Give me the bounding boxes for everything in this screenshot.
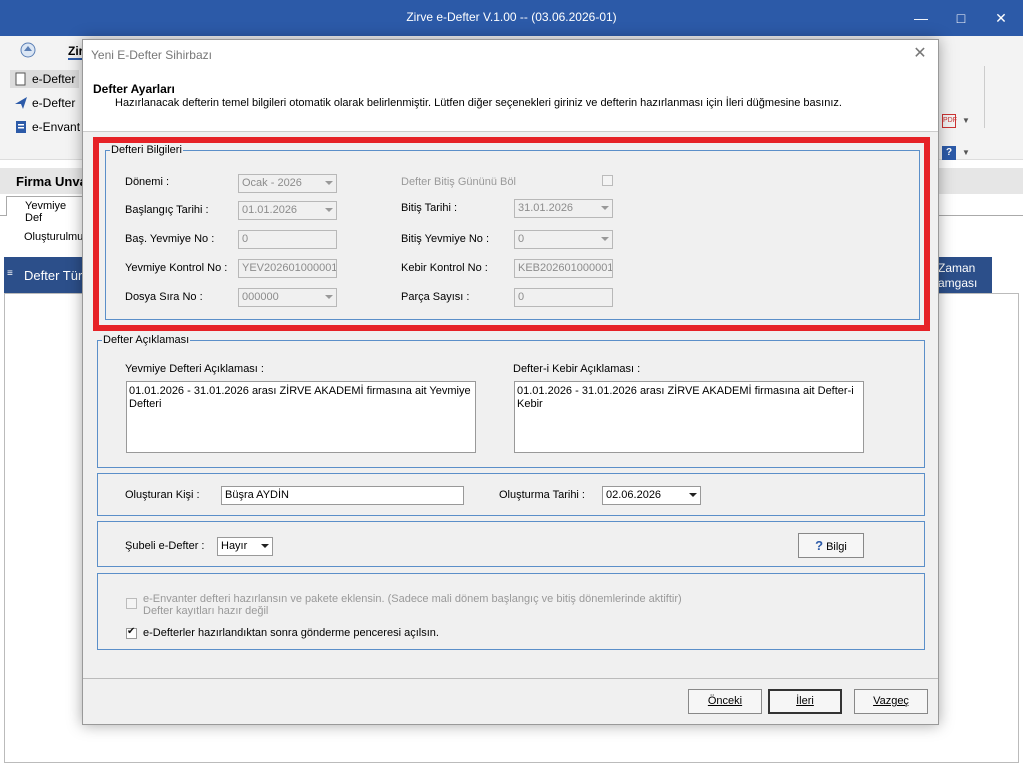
bas-yevmiye-input[interactable]: 0 — [238, 230, 337, 249]
baslangic-tarihi-label: Başlangıç Tarihi : — [125, 204, 209, 216]
bitis-yevmiye-select[interactable]: 0 — [514, 230, 613, 249]
parca-sayisi-input[interactable]: 0 — [514, 288, 613, 307]
bitis-yevmiye-label: Bitiş Yevmiye No : — [401, 233, 490, 245]
donemi-label: Dönemi : — [125, 176, 170, 188]
chevron-down-icon[interactable]: ▼ — [962, 116, 970, 125]
yevmiye-kontrol-label: Yevmiye Kontrol No : — [125, 262, 228, 274]
chevron-down-icon — [325, 295, 333, 299]
page-title: Defter Ayarları — [93, 82, 175, 96]
bitis-tarihi-field[interactable]: 31.01.2026 — [514, 199, 613, 218]
page-description: Hazırlanacak defterin temel bilgileri ot… — [115, 97, 842, 109]
onceki-button[interactable]: Önceki — [688, 689, 762, 714]
ribbon-separator — [984, 66, 985, 128]
chevron-down-icon — [261, 544, 269, 548]
olusturulmus-label: Oluşturulmuş — [24, 231, 89, 243]
select-value: 0 — [518, 233, 525, 245]
select-value: 000000 — [242, 291, 279, 303]
dosya-sira-label: Dosya Sıra No : — [125, 291, 203, 303]
group-legend: Defteri Bilgileri — [111, 144, 182, 156]
group-legend: Defter Açıklaması — [103, 334, 190, 346]
gonderme-checkbox[interactable] — [126, 626, 137, 639]
grid-col-label: Defter Tür — [24, 268, 83, 283]
grid-menu-icon[interactable]: ≡ — [7, 268, 13, 279]
bas-yevmiye-label: Baş. Yevmiye No : — [125, 233, 215, 245]
dosya-sira-select[interactable]: 000000 — [238, 288, 337, 307]
kebir-aciklama-textarea[interactable]: 01.01.2026 - 31.01.2026 arası ZİRVE AKAD… — [514, 381, 864, 453]
button-label: Vazgeç — [873, 695, 909, 707]
baslangic-tarihi-field[interactable]: 01.01.2026 — [238, 201, 337, 220]
yevmiye-aciklama-label: Yevmiye Defteri Açıklaması : — [125, 363, 264, 375]
envanter-sub-label: Defter kayıtları hazır değil — [143, 605, 269, 617]
grid-header-left: ≡ Defter Tür — [4, 257, 90, 293]
olusturan-kisi-input[interactable]: Büşra AYDİN — [221, 486, 464, 505]
dialog-header: Defter Ayarları Hazırlanacak defterin te… — [83, 70, 938, 132]
wizard-dialog: Yeni E-Defter Sihirbazı ✕ Defter Ayarlar… — [82, 39, 939, 725]
ribbon-item-eenvanter[interactable]: e-Envant — [14, 120, 80, 134]
yevmiye-kontrol-input[interactable]: YEV202601000001 — [238, 259, 337, 278]
chevron-down-icon — [325, 208, 333, 212]
donemi-select[interactable]: Ocak - 2026 — [238, 174, 337, 193]
envanter-label: e-Envanter defteri hazırlansın ve pakete… — [143, 593, 682, 605]
bitis-tarihi-label: Bitiş Tarihi : — [401, 202, 458, 214]
question-icon: ? — [815, 538, 824, 553]
olusturma-tarihi-field[interactable]: 02.06.2026 — [602, 486, 701, 505]
ribbon-item-label: e-Defter — [32, 96, 76, 110]
button-label: Önceki — [707, 695, 743, 707]
chevron-down-icon — [325, 181, 333, 185]
vazgec-button[interactable]: Vazgeç — [854, 689, 928, 714]
list-document-icon — [14, 120, 28, 134]
chevron-down-icon — [601, 237, 609, 241]
maximize-icon[interactable]: □ — [948, 6, 974, 30]
group-defteri-bilgileri: Defteri Bilgileri — [105, 144, 920, 320]
ribbon-item-label: e-Defter — [32, 72, 76, 86]
subeli-select[interactable]: Hayır — [217, 537, 273, 556]
ribbon-item-label: e-Envant — [32, 120, 81, 134]
button-label: Bilgi — [826, 541, 847, 553]
close-icon[interactable]: ✕ — [910, 44, 930, 64]
document-icon — [14, 72, 28, 86]
field-value: 01.01.2026 — [242, 204, 298, 216]
grid-header-right: Zaman amgası — [932, 257, 992, 293]
tab-yevmiye[interactable]: Yevmiye Def — [6, 196, 86, 224]
field-value: 31.01.2026 — [518, 202, 574, 214]
olusturan-kisi-label: Oluşturan Kişi : — [125, 489, 200, 501]
parca-sayisi-label: Parça Sayısı : — [401, 291, 470, 303]
firma-label: Firma Unva — [16, 174, 87, 189]
kebir-aciklama-label: Defter-i Kebir Açıklaması : — [513, 363, 641, 375]
bitis-gunu-bol-label: Defter Bitiş Gününü Böl — [401, 176, 516, 188]
chevron-down-icon — [601, 206, 609, 210]
ribbon-item-edefter-2[interactable]: e-Defter — [14, 96, 75, 110]
minimize-icon[interactable]: — — [908, 6, 934, 30]
kebir-kontrol-input[interactable]: KEB202601000001 — [514, 259, 613, 278]
select-value: Hayır — [221, 540, 248, 552]
send-icon — [14, 96, 28, 110]
button-label: İleri — [796, 695, 814, 707]
grid-col-label: Zaman — [938, 261, 976, 275]
bitis-gunu-bol-checkbox[interactable] — [602, 175, 613, 186]
footer-divider — [83, 678, 938, 679]
grid-col-label: amgası — [938, 276, 978, 290]
ileri-button[interactable]: İleri — [768, 689, 842, 714]
app-titlebar: Zirve e-Defter V.1.00 -- (03.06.2026-01)… — [0, 0, 1023, 36]
close-icon[interactable]: ✕ — [988, 6, 1014, 30]
subeli-label: Şubeli e-Defter : — [125, 540, 205, 552]
field-value: 02.06.2026 — [606, 489, 662, 501]
app-title: Zirve e-Defter V.1.00 -- (03.06.2026-01) — [406, 10, 617, 24]
yevmiye-aciklama-textarea[interactable]: 01.01.2026 - 31.01.2026 arası ZİRVE AKAD… — [126, 381, 476, 453]
app-logo-icon — [20, 42, 36, 58]
select-value: Ocak - 2026 — [242, 177, 302, 189]
envanter-checkbox[interactable] — [126, 598, 137, 609]
dialog-titlebar: Yeni E-Defter Sihirbazı ✕ — [83, 40, 938, 70]
dialog-title: Yeni E-Defter Sihirbazı — [91, 48, 212, 62]
kebir-kontrol-label: Kebir Kontrol No : — [401, 262, 488, 274]
bilgi-button[interactable]: ? Bilgi — [798, 533, 864, 558]
pdf-icon[interactable]: PDF — [942, 114, 957, 128]
ribbon-item-edefter-1[interactable]: e-Defter — [10, 70, 80, 88]
chevron-down-icon[interactable]: ▼ — [962, 148, 970, 157]
help-icon[interactable]: ? — [942, 146, 956, 160]
chevron-down-icon — [689, 493, 697, 497]
gonderme-label: e-Defterler hazırlandıktan sonra gönderm… — [143, 627, 439, 639]
olusturma-tarihi-label: Oluşturma Tarihi : — [499, 489, 585, 501]
